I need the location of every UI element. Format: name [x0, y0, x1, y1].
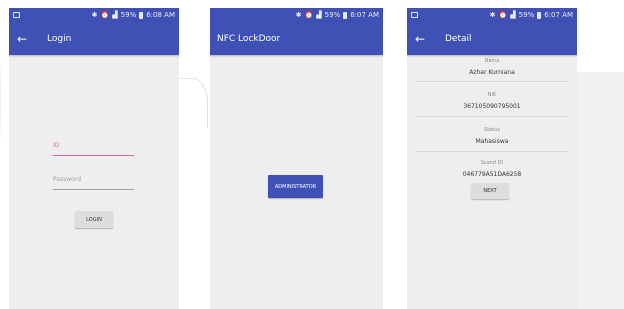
login-button[interactable]: LOGIN: [75, 211, 113, 228]
detail-label: Status: [484, 127, 500, 133]
battery-percent: 59%: [120, 11, 137, 19]
back-arrow-icon[interactable]: ←: [415, 32, 435, 46]
detail-scand-id: Scand ID 046779A51DA6258: [407, 160, 577, 178]
battery-percent: 59%: [518, 11, 535, 19]
status-time: 6:08 AM: [146, 11, 175, 19]
save-icon: [411, 12, 418, 18]
battery-icon: [537, 11, 542, 19]
signal-icon: ▟: [112, 10, 118, 19]
status-bar: ✱ ⏰ ▟ 59% 6:07 AM: [210, 8, 383, 22]
status-time: 6:07 AM: [544, 11, 573, 19]
alarm-icon: ⏰: [304, 10, 314, 19]
detail-value: Mahasiswa: [475, 138, 509, 145]
detail-label: Scand ID: [480, 160, 504, 166]
id-placeholder: ID: [53, 142, 60, 149]
page-title: Detail: [445, 33, 472, 44]
page-title: NFC LockDoor: [217, 33, 281, 44]
signal-icon: ▟: [510, 10, 516, 19]
app-bar: NFC LockDoor: [210, 22, 383, 55]
signal-icon: ▟: [316, 10, 322, 19]
background-arc: [178, 78, 208, 128]
detail-status: Status Mahasiswa: [407, 127, 577, 145]
lockdoor-screen: ✱ ⏰ ▟ 59% 6:07 AM NFC LockDoor ADMINISTR…: [210, 8, 383, 309]
divider: [415, 151, 569, 152]
background-panel: [577, 72, 624, 309]
status-time: 6:07 AM: [350, 11, 379, 19]
page-title: Login: [47, 33, 72, 44]
detail-screen: ✱ ⏰ ▟ 59% 6:07 AM ← Detail Nama Azhar Ku…: [407, 8, 577, 309]
back-arrow-icon[interactable]: ←: [17, 32, 37, 46]
save-icon: [13, 12, 20, 18]
detail-label: NIK: [487, 92, 497, 98]
password-underline: [53, 189, 134, 190]
login-screen: ✱ ⏰ ▟ 59% 6:08 AM ← Login ID Password LO…: [9, 8, 179, 309]
next-button[interactable]: NEXT: [471, 183, 509, 199]
app-bar: ← Login: [9, 22, 179, 55]
background-arc-left: [0, 60, 4, 140]
bluetooth-icon: ✱: [91, 10, 98, 19]
password-input[interactable]: Password: [53, 172, 134, 190]
status-bar: ✱ ⏰ ▟ 59% 6:08 AM: [9, 8, 179, 22]
alarm-icon: ⏰: [100, 10, 110, 19]
id-input[interactable]: ID: [53, 138, 134, 156]
status-bar: ✱ ⏰ ▟ 59% 6:07 AM: [407, 8, 577, 22]
administrator-button[interactable]: ADMINISTRATOR: [268, 175, 323, 198]
battery-percent: 59%: [324, 11, 341, 19]
detail-label: Nama: [484, 58, 500, 64]
app-bar: ← Detail: [407, 22, 577, 55]
detail-nama: Nama Azhar Kurniana: [407, 58, 577, 76]
battery-icon: [343, 11, 348, 19]
detail-value: Azhar Kurniana: [469, 69, 515, 76]
divider: [415, 116, 569, 117]
alarm-icon: ⏰: [498, 10, 508, 19]
detail-value: 367105090795001: [463, 103, 521, 110]
bluetooth-icon: ✱: [489, 10, 496, 19]
detail-value: 046779A51DA6258: [462, 171, 522, 178]
bluetooth-icon: ✱: [295, 10, 302, 19]
password-placeholder: Password: [53, 176, 82, 183]
id-underline: [53, 154, 134, 156]
battery-icon: [139, 11, 144, 19]
detail-nik: NIK 367105090795001: [407, 92, 577, 110]
screenshot-canvas: ✱ ⏰ ▟ 59% 6:08 AM ← Login ID Password LO…: [0, 0, 624, 309]
divider: [415, 81, 569, 82]
